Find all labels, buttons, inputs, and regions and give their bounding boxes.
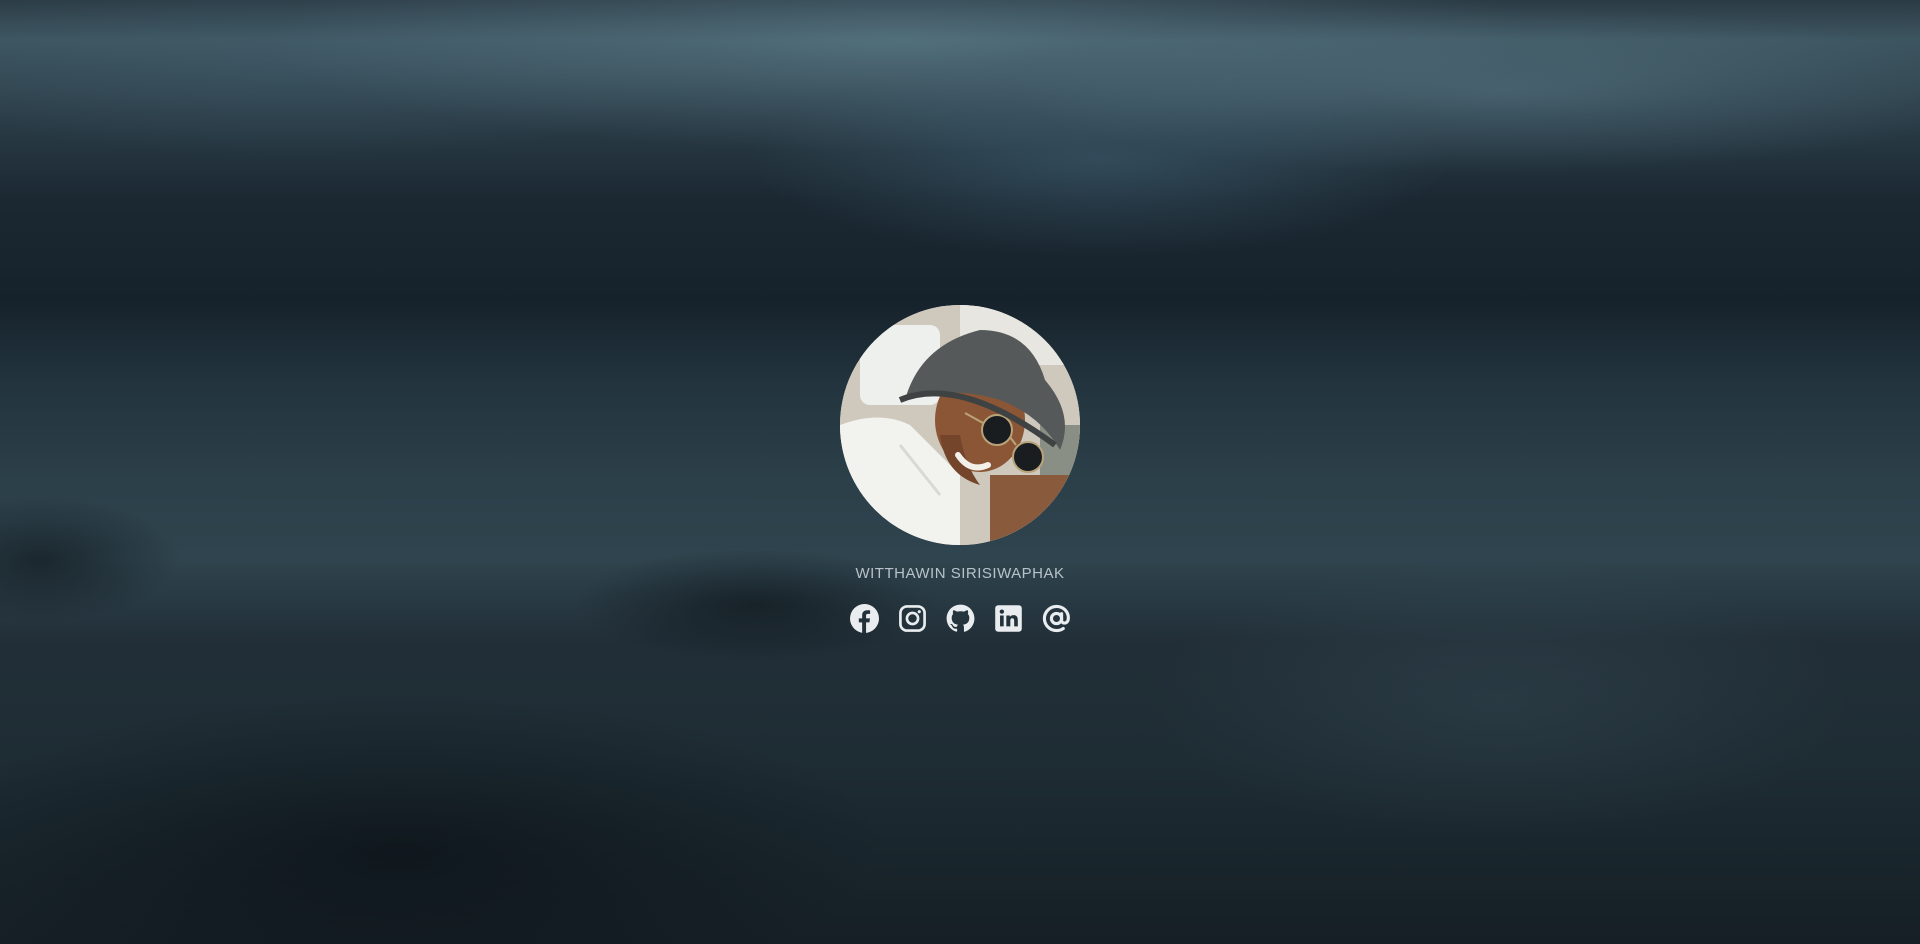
profile-card: WITTHAWIN SIRISIWAPHAK xyxy=(0,305,1920,633)
email-link[interactable] xyxy=(1042,604,1071,633)
github-link[interactable] xyxy=(946,604,975,633)
linkedin-icon xyxy=(994,605,1022,632)
linkedin-link[interactable] xyxy=(994,604,1023,633)
instagram-link[interactable] xyxy=(898,604,927,633)
facebook-icon xyxy=(849,604,879,633)
facebook-link[interactable] xyxy=(849,604,879,633)
page: WITTHAWIN SIRISIWAPHAK xyxy=(0,0,1920,944)
github-icon xyxy=(946,604,974,632)
at-sign-icon xyxy=(1042,604,1070,633)
avatar-photo xyxy=(840,305,1080,545)
avatar xyxy=(840,305,1080,545)
profile-name: WITTHAWIN SIRISIWAPHAK xyxy=(855,565,1065,582)
instagram-icon xyxy=(898,605,926,632)
social-links xyxy=(849,604,1071,633)
